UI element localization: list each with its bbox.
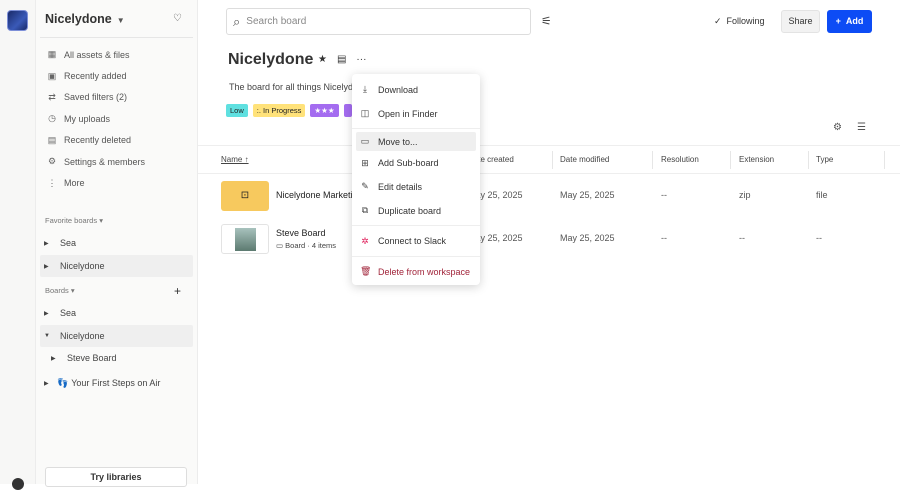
sidebar-nav: ▦ All assets & files ▣ Recently added ⇄ Saved… bbox=[45, 44, 193, 194]
more-icon: ⋮ bbox=[47, 177, 57, 188]
trash-icon: 🗑 bbox=[360, 266, 372, 277]
favorite-item-nicelydone[interactable]: ▶ Nicelydone bbox=[40, 255, 193, 277]
tag[interactable]: ★★★ bbox=[310, 104, 339, 117]
move-icon: ▭ bbox=[360, 136, 370, 147]
menu-item-connect-slack[interactable]: ✲ Connect to Slack bbox=[356, 229, 476, 253]
caret-down-icon: ▼ bbox=[44, 333, 50, 339]
column-type[interactable]: Type bbox=[816, 155, 833, 164]
finder-icon: ◫ bbox=[360, 108, 370, 119]
tag[interactable]: :. In Progress bbox=[252, 104, 306, 117]
sidebar: Nicelydone ▼ ♡ ▦ All assets & files ▣ Recent… bbox=[36, 0, 198, 487]
assets-icon: ▦ bbox=[47, 49, 57, 60]
duplicate-icon: ⧉ bbox=[361, 205, 369, 216]
clock-icon: ◷ bbox=[48, 113, 56, 124]
gear-icon: ⚙ bbox=[47, 156, 57, 167]
help-icon[interactable] bbox=[12, 478, 24, 490]
workspace-switcher[interactable]: Nicelydone ▼ bbox=[45, 12, 125, 26]
page-title: Nicelydone bbox=[228, 51, 314, 68]
tag-list: Low :. In Progress ★★★ bbox=[226, 104, 352, 117]
table-header: Name ↑ Date created Date modified Resolu… bbox=[198, 145, 900, 174]
menu-item-open-in-finder[interactable]: ◫ Open in Finder bbox=[356, 102, 476, 126]
caret-right-icon: ▶ bbox=[44, 240, 49, 247]
boards-header[interactable]: Boards ▾ bbox=[45, 286, 75, 295]
more-icon[interactable]: ··· bbox=[356, 54, 366, 65]
menu-item-add-sub-board[interactable]: ⊞ Add Sub-board bbox=[356, 151, 476, 175]
board-item-nicelydone[interactable]: ▼ Nicelydone bbox=[40, 325, 193, 347]
star-icon[interactable]: ★ bbox=[318, 54, 327, 65]
download-icon: ⤓ bbox=[363, 84, 367, 95]
board-item-first-steps[interactable]: ▶ 👣 Your First Steps on Air bbox=[40, 372, 193, 394]
column-name[interactable]: Name ↑ bbox=[221, 155, 249, 164]
board-thumbnail bbox=[221, 224, 269, 254]
sidebar-item-settings-members[interactable]: ⚙ Settings & members bbox=[45, 151, 193, 172]
sidebar-item-saved-filters-[interactable]: ⇄ Saved filters (2) bbox=[45, 87, 193, 108]
saved-filters-icon: ⇄ bbox=[48, 91, 56, 102]
menu-item-duplicate-board[interactable]: ⧉ Duplicate board bbox=[356, 199, 476, 223]
search-input[interactable]: ⌕ Search board bbox=[226, 8, 531, 35]
sidebar-item-recently-added[interactable]: ▣ Recently added bbox=[45, 65, 193, 86]
board-details-icon[interactable]: ▤ bbox=[337, 54, 346, 65]
column-date-modified[interactable]: Date modified bbox=[560, 155, 609, 164]
menu-item-download[interactable]: ⤓ Download bbox=[356, 78, 476, 102]
following-button[interactable]: ✓ Following bbox=[714, 16, 765, 27]
table-row[interactable]: ⊡ Nicelydone Marketi May 25, 2025 May 25… bbox=[198, 177, 900, 215]
sidebar-item-my-uploads[interactable]: ◷ My uploads bbox=[45, 108, 193, 129]
add-board-button[interactable]: + bbox=[174, 284, 181, 298]
column-resolution[interactable]: Resolution bbox=[661, 155, 699, 164]
app-rail bbox=[0, 0, 36, 490]
column-extension[interactable]: Extension bbox=[739, 155, 774, 164]
search-icon: ⌕ bbox=[233, 13, 241, 29]
favorite-item-sea[interactable]: ▶ Sea bbox=[40, 232, 193, 254]
pencil-icon: ✎ bbox=[361, 181, 369, 192]
tag[interactable]: Low bbox=[226, 104, 248, 117]
board-context-menu: ⤓ Download ◫ Open in Finder ▭ Move to... ⊞ A… bbox=[352, 74, 480, 285]
sidebar-item-recently-deleted[interactable]: ▤ Recently deleted bbox=[45, 130, 193, 151]
add-button[interactable]: + Add bbox=[827, 10, 872, 33]
favorite-heart-icon[interactable]: ♡ bbox=[173, 13, 182, 24]
table-row[interactable]: Steve Board ▭ Board · 4 items May 25, 20… bbox=[198, 220, 900, 258]
divider bbox=[40, 37, 193, 38]
board-item-steve-board[interactable]: ▶ Steve Board bbox=[40, 347, 193, 369]
filter-settings-icon[interactable]: ⚟ bbox=[541, 14, 552, 28]
list-view-icon[interactable]: ☰ bbox=[857, 122, 866, 133]
add-sub-board-icon: ⊞ bbox=[361, 157, 369, 168]
recently-added-icon: ▣ bbox=[47, 70, 57, 81]
slack-icon: ✲ bbox=[361, 235, 369, 246]
tag[interactable] bbox=[343, 104, 352, 117]
try-libraries-button[interactable]: Try libraries bbox=[45, 467, 187, 487]
trash-icon: ▤ bbox=[47, 134, 57, 145]
footprints-icon: 👣 bbox=[57, 377, 69, 388]
gear-icon[interactable]: ⚙ bbox=[833, 122, 842, 133]
favorite-boards-header[interactable]: Favorite boards ▾ bbox=[45, 216, 103, 225]
caret-right-icon: ▶ bbox=[51, 355, 56, 362]
chevron-down-icon: ▼ bbox=[116, 16, 125, 25]
board-item-sea[interactable]: ▶ Sea bbox=[40, 302, 193, 324]
zip-file-icon: ⊡ bbox=[221, 181, 269, 211]
menu-item-move-to[interactable]: ▭ Move to... bbox=[356, 132, 476, 152]
caret-right-icon: ▶ bbox=[44, 263, 49, 270]
menu-item-delete[interactable]: 🗑 Delete from workspace bbox=[356, 260, 476, 284]
workspace-logo[interactable] bbox=[7, 10, 28, 31]
share-button[interactable]: Share bbox=[781, 10, 820, 33]
caret-right-icon: ▶ bbox=[44, 380, 49, 387]
menu-item-edit-details[interactable]: ✎ Edit details bbox=[356, 175, 476, 199]
sidebar-item-more[interactable]: ⋮ More bbox=[45, 172, 193, 193]
sidebar-item-all-assets-files[interactable]: ▦ All assets & files bbox=[45, 44, 193, 65]
board-description: The board for all things Nicelydo bbox=[229, 82, 359, 92]
caret-right-icon: ▶ bbox=[44, 310, 49, 317]
